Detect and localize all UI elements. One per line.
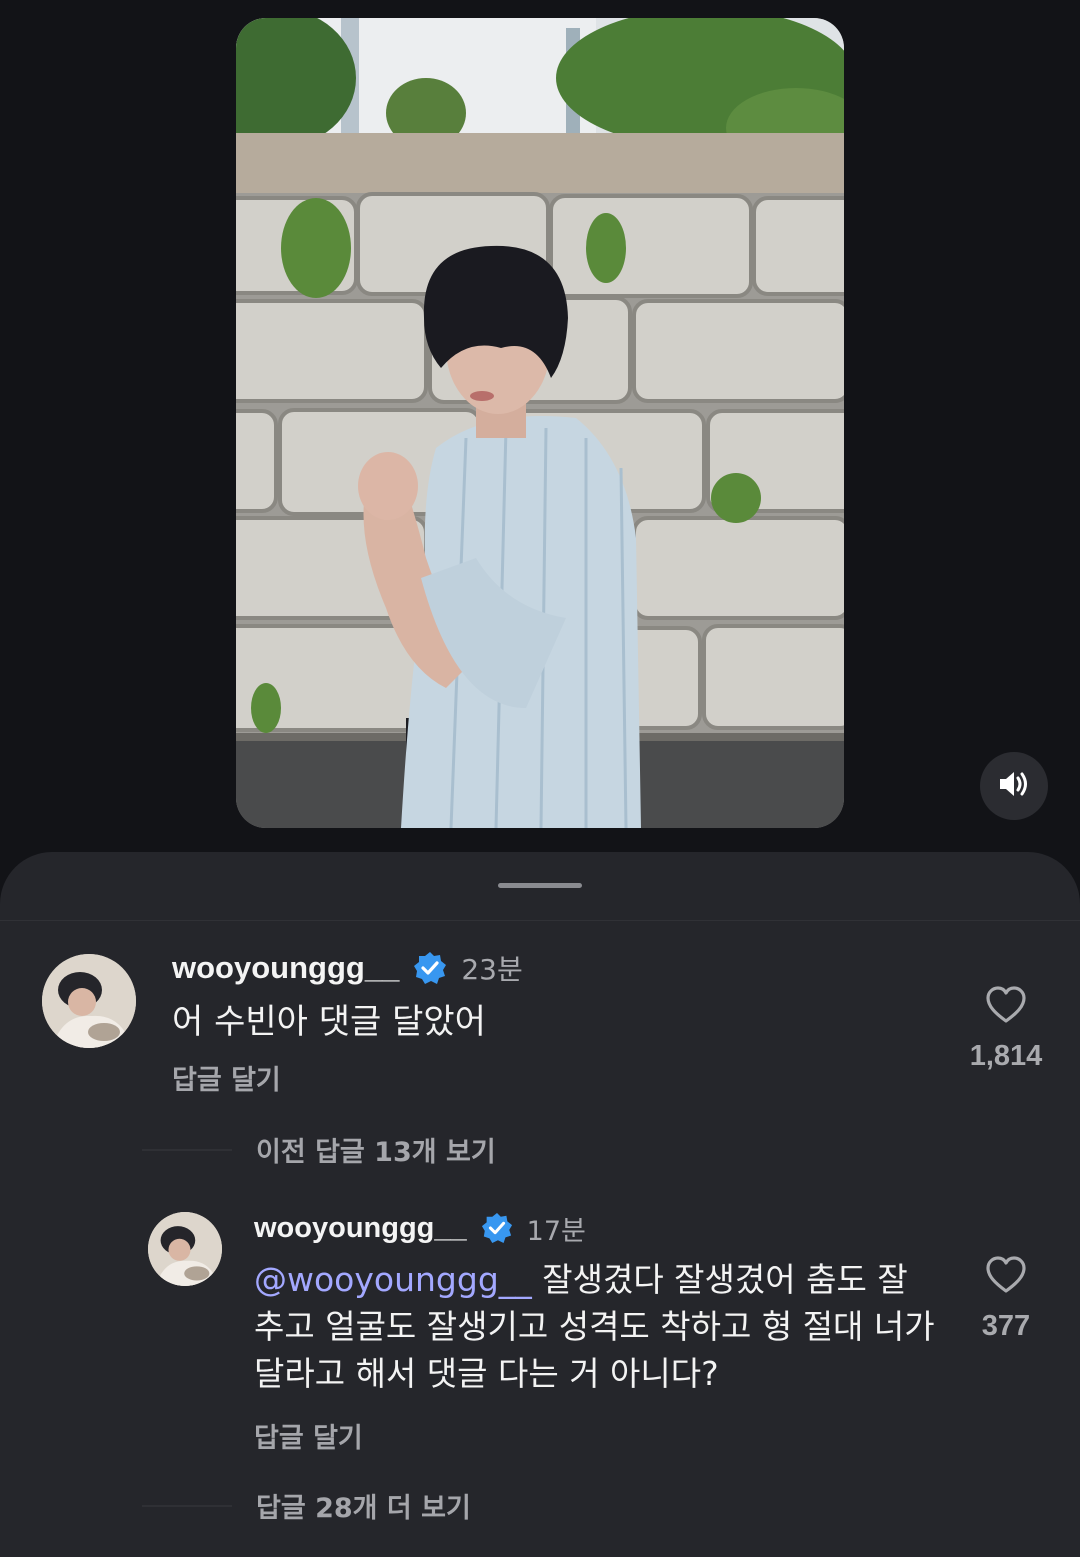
drag-handle[interactable] <box>498 883 582 888</box>
sheet-divider <box>0 920 1080 921</box>
reply-time: 17분 <box>526 1215 586 1247</box>
view-more-replies-label: 답글 28개 더 보기 <box>256 1493 471 1524</box>
comments-sheet: wooyounggg__ 23분 어 수빈아 댓글 달았어 답글 달기 1,81… <box>0 852 1080 1557</box>
avatar[interactable] <box>148 1212 222 1286</box>
heart-icon[interactable] <box>985 986 1027 1028</box>
mute-button[interactable] <box>980 752 1048 820</box>
mention-link[interactable]: @wooyounggg__ <box>254 1260 532 1299</box>
view-previous-replies-button[interactable]: 이전 답글 13개 보기 <box>142 1130 496 1169</box>
reply-thread-line <box>142 1148 232 1151</box>
avatar[interactable] <box>42 954 136 1048</box>
reply-thread-line <box>142 1504 232 1507</box>
verified-badge-icon <box>481 1212 513 1244</box>
username[interactable]: wooyounggg__ <box>254 1212 467 1245</box>
video-area <box>0 0 1080 860</box>
comment-meta: wooyounggg__ 23분 <box>172 948 523 988</box>
like-count: 1,814 <box>969 1040 1043 1072</box>
view-previous-replies-label: 이전 답글 13개 보기 <box>256 1137 496 1168</box>
comment-text: 어 수빈아 댓글 달았어 <box>172 1002 486 1042</box>
comment-time: 23분 <box>461 953 523 986</box>
like-control: 377 <box>956 1256 1056 1343</box>
reply-text: @wooyounggg__ 잘생겼다 잘생겼어 춤도 잘 추고 얼굴도 잘생기고… <box>254 1256 944 1397</box>
like-control: 1,814 <box>956 986 1056 1073</box>
heart-icon[interactable] <box>985 1256 1027 1298</box>
reply-meta: wooyounggg__ 17분 <box>254 1208 586 1248</box>
video-player[interactable] <box>236 18 844 828</box>
reply-button[interactable]: 답글 달기 <box>172 1058 281 1097</box>
reply-button[interactable]: 답글 달기 <box>254 1416 363 1455</box>
like-count: 377 <box>981 1310 1031 1342</box>
speaker-icon <box>997 769 1031 803</box>
username[interactable]: wooyounggg__ <box>172 950 399 986</box>
verified-badge-icon <box>413 951 447 985</box>
view-more-replies-button[interactable]: 답글 28개 더 보기 <box>142 1486 471 1525</box>
video-frame-image <box>236 18 844 828</box>
